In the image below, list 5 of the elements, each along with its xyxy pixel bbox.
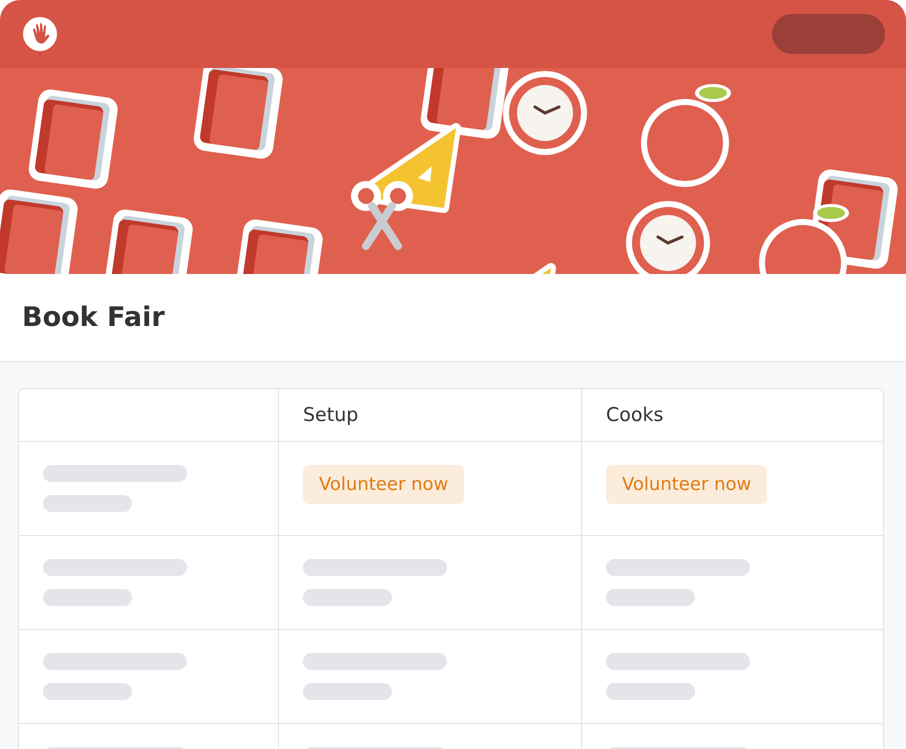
column-header: Setup	[303, 404, 358, 426]
column-header: Cooks	[606, 404, 664, 426]
volunteer-button[interactable]: Volunteer now	[303, 465, 464, 504]
page-title: Book Fair	[22, 302, 165, 333]
volunteer-button[interactable]: Volunteer now	[606, 465, 768, 504]
